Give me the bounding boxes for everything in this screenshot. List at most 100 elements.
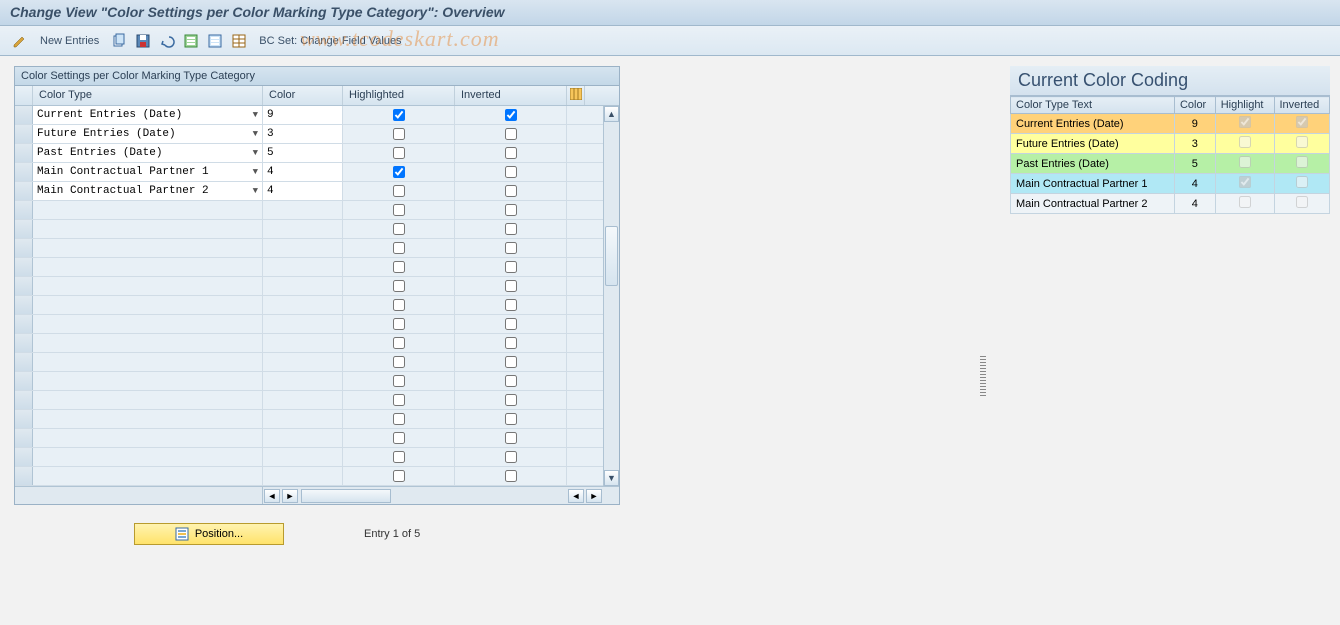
row-selector[interactable]	[15, 372, 33, 390]
save-icon[interactable]	[133, 31, 153, 51]
highlighted-checkbox[interactable]	[393, 375, 405, 387]
highlighted-checkbox[interactable]	[393, 166, 405, 178]
inverted-checkbox[interactable]	[505, 261, 517, 273]
inverted-checkbox[interactable]	[505, 223, 517, 235]
highlighted-checkbox[interactable]	[393, 261, 405, 273]
highlighted-cell[interactable]	[343, 239, 455, 257]
grid-header-config-icon[interactable]	[567, 86, 585, 105]
inverted-checkbox[interactable]	[505, 280, 517, 292]
table-row-empty[interactable]	[15, 239, 619, 258]
highlighted-checkbox[interactable]	[393, 109, 405, 121]
grid-vertical-scrollbar[interactable]: ▲ ▼	[603, 106, 619, 486]
color-value-cell[interactable]: 4	[263, 182, 343, 200]
color-value-cell[interactable]: 3	[263, 125, 343, 143]
inverted-cell[interactable]	[455, 410, 567, 428]
inverted-cell[interactable]	[455, 163, 567, 181]
color-value-cell[interactable]	[263, 258, 343, 276]
color-type-cell[interactable]: Future Entries (Date)▼	[33, 125, 263, 143]
inverted-checkbox[interactable]	[505, 451, 517, 463]
inverted-checkbox[interactable]	[505, 470, 517, 482]
color-value-cell[interactable]	[263, 201, 343, 219]
table-row[interactable]: Future Entries (Date)▼3	[15, 125, 619, 144]
row-selector[interactable]	[15, 106, 33, 124]
color-value-cell[interactable]	[263, 467, 343, 485]
undo-icon[interactable]	[157, 31, 177, 51]
row-selector[interactable]	[15, 448, 33, 466]
color-type-cell[interactable]	[33, 258, 263, 276]
inverted-cell[interactable]	[455, 258, 567, 276]
grid-header-color-type[interactable]: Color Type	[33, 86, 263, 105]
highlighted-checkbox[interactable]	[393, 337, 405, 349]
inverted-cell[interactable]	[455, 144, 567, 162]
color-type-cell[interactable]: Past Entries (Date)▼	[33, 144, 263, 162]
row-selector[interactable]	[15, 201, 33, 219]
scroll-down-icon[interactable]: ▼	[604, 470, 619, 486]
inverted-checkbox[interactable]	[505, 337, 517, 349]
inverted-checkbox[interactable]	[505, 432, 517, 444]
hscroll-left2-icon[interactable]: ◄	[568, 489, 584, 503]
row-selector[interactable]	[15, 239, 33, 257]
color-value-cell[interactable]: 9	[263, 106, 343, 124]
inverted-cell[interactable]	[455, 220, 567, 238]
highlighted-cell[interactable]	[343, 410, 455, 428]
highlighted-cell[interactable]	[343, 220, 455, 238]
dropdown-icon[interactable]: ▼	[253, 110, 258, 120]
row-selector[interactable]	[15, 315, 33, 333]
scroll-thumb[interactable]	[605, 226, 618, 286]
hscroll-right2-icon[interactable]: ►	[586, 489, 602, 503]
color-type-cell[interactable]	[33, 220, 263, 238]
highlighted-cell[interactable]	[343, 182, 455, 200]
highlighted-checkbox[interactable]	[393, 356, 405, 368]
row-selector[interactable]	[15, 125, 33, 143]
copy-icon[interactable]	[109, 31, 129, 51]
table-row[interactable]: Main Contractual Partner 1▼4	[15, 163, 619, 182]
inverted-checkbox[interactable]	[505, 128, 517, 140]
inverted-cell[interactable]	[455, 372, 567, 390]
color-type-cell[interactable]: Current Entries (Date)▼	[33, 106, 263, 124]
table-row-empty[interactable]	[15, 448, 619, 467]
table-row-empty[interactable]	[15, 391, 619, 410]
inverted-checkbox[interactable]	[505, 109, 517, 121]
inverted-checkbox[interactable]	[505, 185, 517, 197]
row-selector[interactable]	[15, 467, 33, 485]
highlighted-checkbox[interactable]	[393, 242, 405, 254]
inverted-checkbox[interactable]	[505, 242, 517, 254]
inverted-cell[interactable]	[455, 182, 567, 200]
splitter-handle[interactable]	[980, 356, 986, 396]
inverted-cell[interactable]	[455, 296, 567, 314]
inverted-checkbox[interactable]	[505, 318, 517, 330]
table-row-empty[interactable]	[15, 429, 619, 448]
color-value-cell[interactable]	[263, 334, 343, 352]
dropdown-icon[interactable]: ▼	[253, 167, 258, 177]
highlighted-checkbox[interactable]	[393, 451, 405, 463]
highlighted-cell[interactable]	[343, 315, 455, 333]
color-type-cell[interactable]	[33, 239, 263, 257]
table-row-empty[interactable]	[15, 467, 619, 486]
row-selector[interactable]	[15, 258, 33, 276]
dropdown-icon[interactable]: ▼	[253, 186, 258, 196]
highlighted-checkbox[interactable]	[393, 147, 405, 159]
color-value-cell[interactable]: 5	[263, 144, 343, 162]
highlighted-cell[interactable]	[343, 258, 455, 276]
row-selector[interactable]	[15, 144, 33, 162]
hscroll-left-icon[interactable]: ◄	[264, 489, 280, 503]
highlighted-cell[interactable]	[343, 163, 455, 181]
highlighted-checkbox[interactable]	[393, 394, 405, 406]
table-row-empty[interactable]	[15, 410, 619, 429]
row-selector[interactable]	[15, 334, 33, 352]
color-value-cell[interactable]	[263, 277, 343, 295]
table-row[interactable]: Current Entries (Date)▼9	[15, 106, 619, 125]
color-type-cell[interactable]	[33, 334, 263, 352]
dropdown-icon[interactable]: ▼	[253, 148, 258, 158]
color-type-cell[interactable]: Main Contractual Partner 1▼	[33, 163, 263, 181]
rp-header-text[interactable]: Color Type Text	[1011, 97, 1175, 114]
select-all-icon[interactable]	[181, 31, 201, 51]
color-value-cell[interactable]	[263, 239, 343, 257]
inverted-cell[interactable]	[455, 125, 567, 143]
color-value-cell[interactable]	[263, 429, 343, 447]
highlighted-checkbox[interactable]	[393, 318, 405, 330]
row-selector[interactable]	[15, 277, 33, 295]
highlighted-cell[interactable]	[343, 448, 455, 466]
bc-set-button[interactable]: BC Set: Change Field Values	[253, 35, 407, 47]
row-selector[interactable]	[15, 410, 33, 428]
